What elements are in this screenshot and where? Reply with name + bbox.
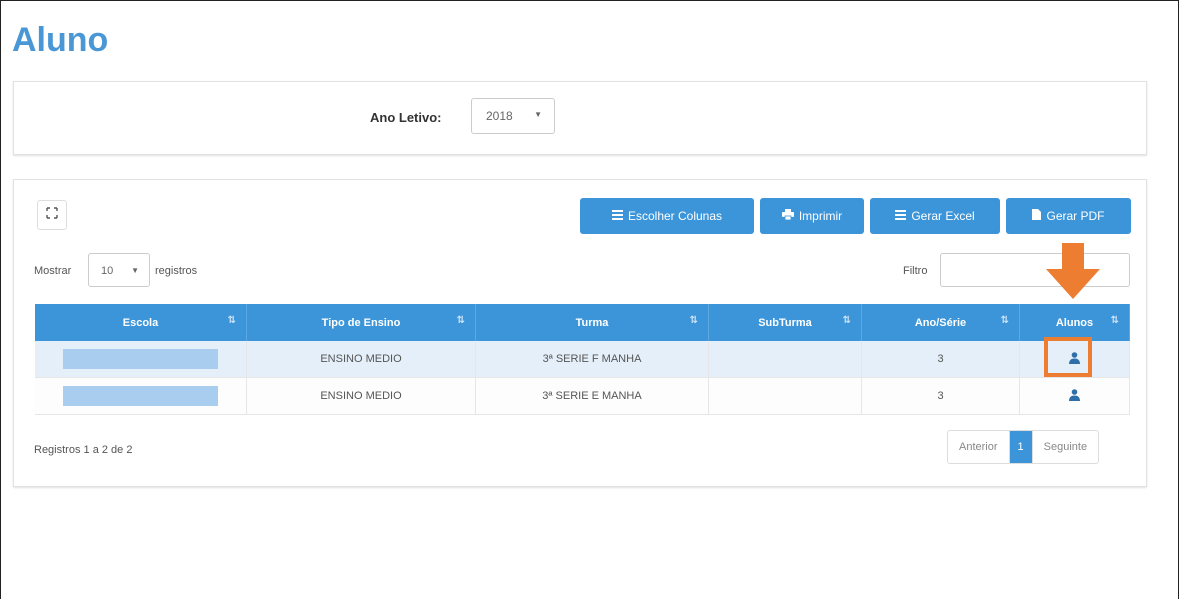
- sort-icon: ⇅: [456, 315, 465, 326]
- callout-highlight-box: [1044, 337, 1092, 377]
- column-header-label: Alunos: [1055, 316, 1094, 329]
- user-icon[interactable]: [1069, 388, 1080, 404]
- length-select[interactable]: 10 ▼: [88, 253, 150, 287]
- filter-input[interactable]: [940, 253, 1130, 287]
- print-icon: [781, 209, 794, 223]
- cell-alunos: [1019, 377, 1130, 415]
- year-filter-panel: Ano Letivo: 2018 ▼: [13, 81, 1147, 155]
- cell-tipo-ensino: ENSINO MEDIO: [246, 341, 476, 378]
- column-header-label: Turma: [575, 316, 609, 329]
- excel-button[interactable]: Gerar Excel: [870, 198, 1000, 234]
- arrow-down-icon: [1046, 243, 1100, 299]
- sort-icon: ⇅: [227, 315, 236, 326]
- cell-ano-serie: 3: [861, 341, 1020, 378]
- cell-escola: [35, 377, 247, 415]
- redacted-school-name: [63, 386, 218, 406]
- cell-tipo-ensino: ENSINO MEDIO: [246, 377, 476, 415]
- screenshot-frame: Aluno Ano Letivo: 2018 ▼ Escolher Coluna…: [0, 0, 1179, 599]
- cell-ano-serie: 3: [861, 377, 1020, 415]
- length-label-after: registros: [155, 265, 198, 277]
- choose-columns-label: Escolher Colunas: [627, 209, 723, 223]
- cell-escola: [35, 341, 247, 378]
- pdf-label: Gerar PDF: [1046, 209, 1105, 223]
- expand-button[interactable]: [37, 200, 67, 230]
- column-header-escola[interactable]: Escola ⇅: [35, 304, 247, 341]
- column-header-subturma[interactable]: SubTurma ⇅: [708, 304, 862, 341]
- redacted-school-name: [63, 349, 218, 369]
- records-info: Registros 1 a 2 de 2: [34, 444, 133, 456]
- column-header-tipo-ensino[interactable]: Tipo de Ensino ⇅: [246, 304, 476, 341]
- file-icon: [1032, 209, 1042, 223]
- column-header-turma[interactable]: Turma ⇅: [475, 304, 709, 341]
- table-row: ENSINO MEDIO 3ª SERIE E MANHA 3: [35, 377, 1130, 415]
- column-header-label: Escola: [122, 316, 159, 329]
- chevron-down-icon: ▼: [534, 110, 542, 119]
- expand-icon: [46, 207, 58, 222]
- chevron-down-icon: ▼: [131, 266, 139, 275]
- choose-columns-button[interactable]: Escolher Colunas: [580, 198, 754, 234]
- column-header-label: Ano/Série: [914, 316, 967, 329]
- column-header-alunos[interactable]: Alunos ⇅: [1019, 304, 1130, 341]
- filter-label: Filtro: [903, 265, 928, 277]
- column-header-label: SubTurma: [758, 316, 812, 329]
- length-label-before: Mostrar: [34, 265, 72, 277]
- sort-icon: ⇅: [1110, 315, 1119, 326]
- year-select[interactable]: 2018 ▼: [471, 98, 555, 134]
- sort-icon: ⇅: [842, 315, 851, 326]
- pdf-button[interactable]: Gerar PDF: [1006, 198, 1131, 234]
- length-select-value: 10: [101, 265, 114, 277]
- pagination: Anterior 1 Seguinte: [947, 430, 1100, 464]
- year-select-value: 2018: [486, 109, 513, 123]
- column-header-ano-serie[interactable]: Ano/Série ⇅: [861, 304, 1020, 341]
- list-icon: [611, 209, 623, 223]
- cell-subturma: [708, 377, 862, 415]
- sort-icon: ⇅: [689, 315, 698, 326]
- cell-turma: 3ª SERIE F MANHA: [475, 341, 709, 378]
- column-header-label: Tipo de Ensino: [321, 316, 401, 329]
- year-label: Ano Letivo:: [370, 110, 442, 125]
- excel-label: Gerar Excel: [911, 209, 975, 223]
- pagination-previous[interactable]: Anterior: [948, 431, 1010, 463]
- pagination-page-1[interactable]: 1: [1009, 431, 1032, 463]
- cell-turma: 3ª SERIE E MANHA: [475, 377, 709, 415]
- sort-icon: ⇅: [1000, 315, 1009, 326]
- table-header-row: Escola ⇅ Tipo de Ensino ⇅ Turma ⇅ SubTurma ⇅…: [35, 304, 1130, 341]
- class-table: Escola ⇅ Tipo de Ensino ⇅ Turma ⇅ SubTurma ⇅…: [35, 304, 1130, 415]
- print-label: Imprimir: [798, 209, 843, 223]
- page-title: Aluno: [12, 21, 109, 59]
- list-icon: [895, 209, 907, 223]
- table-row: ENSINO MEDIO 3ª SERIE F MANHA 3: [35, 341, 1130, 378]
- table-panel: Escolher Colunas Imprimir Gerar Excel Ge…: [13, 179, 1147, 487]
- cell-subturma: [708, 341, 862, 378]
- print-button[interactable]: Imprimir: [760, 198, 864, 234]
- pagination-next[interactable]: Seguinte: [1031, 431, 1098, 463]
